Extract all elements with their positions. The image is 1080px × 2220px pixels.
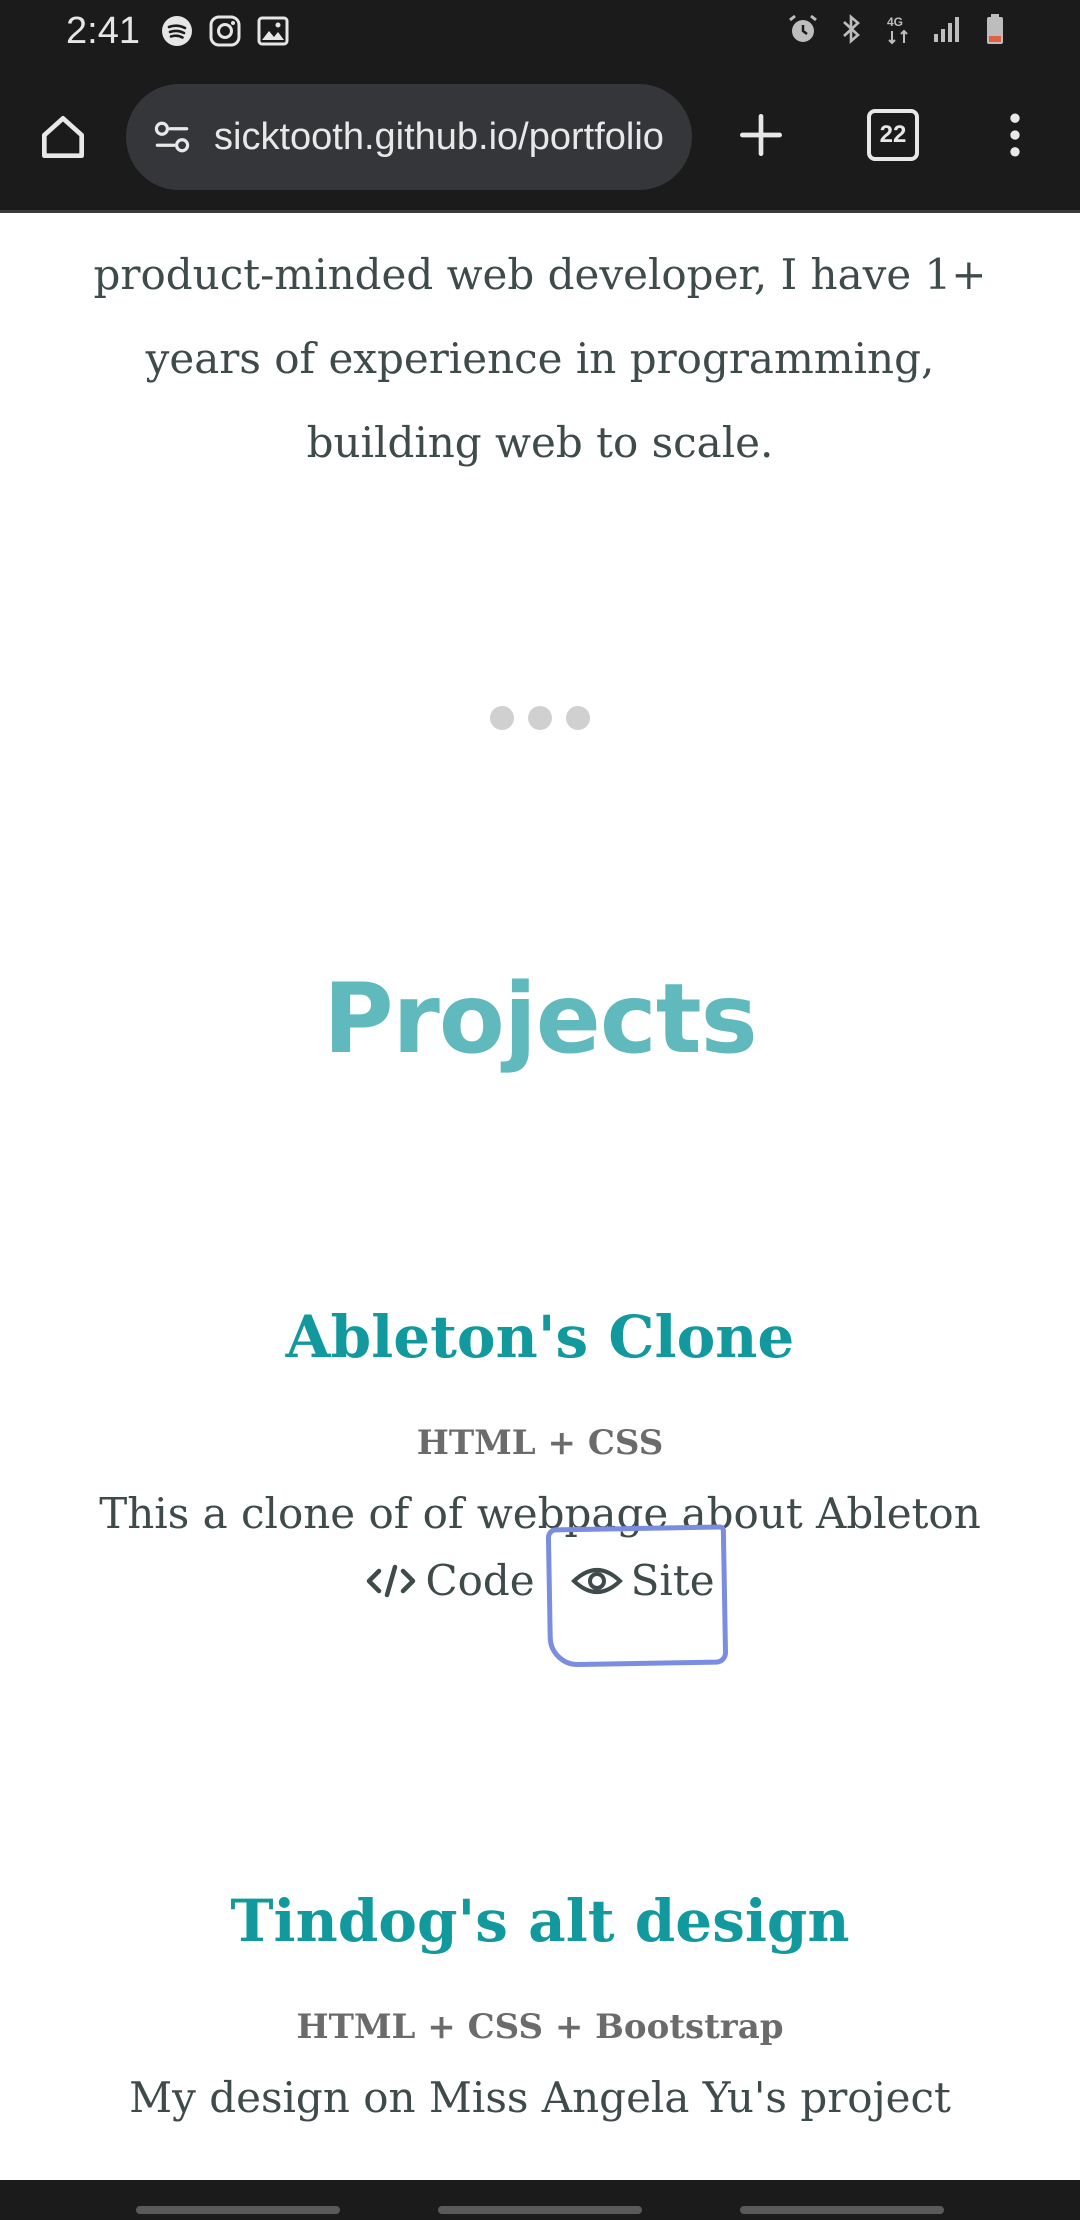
status-right-icons: 4G <box>786 12 1012 46</box>
status-bar: 2:41 4G <box>0 0 1080 64</box>
divider-dot <box>528 706 552 730</box>
eye-icon <box>570 1567 623 1594</box>
tab-count: 22 <box>867 109 919 161</box>
project-links: Code Site <box>0 1524 1080 1668</box>
project-description: This a clone of of webpage about Ableton <box>99 1489 981 1538</box>
site-link-label[interactable]: Site <box>631 1556 715 1605</box>
project-card: Ableton's Clone HTML + CSS This a clone … <box>0 1303 1080 1668</box>
nav-back-button[interactable] <box>740 2206 944 2214</box>
home-button[interactable] <box>28 102 98 172</box>
instagram-icon <box>208 14 242 48</box>
alarm-icon <box>786 12 820 46</box>
project-card: Tindog's alt design HTML + CSS + Bootstr… <box>0 1887 1080 2122</box>
battery-icon <box>978 12 1012 46</box>
url-text[interactable]: sicktooth.github.io/portfolio <box>214 116 664 159</box>
plus-icon <box>740 114 782 156</box>
nav-home-button[interactable] <box>438 2206 642 2214</box>
divider-dot <box>566 706 590 730</box>
address-bar[interactable]: sicktooth.github.io/portfolio <box>126 84 692 190</box>
divider-dot <box>490 706 514 730</box>
intro-text: product-minded web developer, I have 1+ … <box>93 250 987 467</box>
status-time: 2:41 <box>66 10 140 52</box>
project-title: Tindog's alt design <box>230 1887 850 1955</box>
network-label: 4G <box>887 15 903 29</box>
project-title: Ableton's Clone <box>285 1303 795 1371</box>
system-nav-bar <box>0 2180 1080 2220</box>
bluetooth-icon <box>834 12 868 46</box>
site-settings-icon[interactable] <box>148 113 196 161</box>
project-description: My design on Miss Angela Yu's project <box>129 2073 951 2122</box>
signal-icon <box>930 12 964 46</box>
gallery-icon <box>256 14 290 48</box>
projects-heading: Projects <box>323 963 758 1075</box>
code-link[interactable]: Code <box>365 1556 535 1605</box>
status-left-icons <box>160 14 290 48</box>
more-menu-button[interactable] <box>980 100 1050 170</box>
section-divider-dots <box>490 706 590 730</box>
browser-toolbar: sicktooth.github.io/portfolio 22 <box>0 64 1080 213</box>
more-vertical-icon <box>1010 113 1020 157</box>
tab-switcher-button[interactable]: 22 <box>858 100 928 170</box>
nav-recents-button[interactable] <box>136 2206 340 2214</box>
new-tab-button[interactable] <box>726 100 796 170</box>
network-4g-icon: 4G <box>882 12 916 46</box>
project-tech: HTML + CSS <box>416 1423 664 1463</box>
project-tech: HTML + CSS + Bootstrap <box>296 2007 784 2047</box>
code-icon <box>367 1564 416 1597</box>
spotify-icon <box>160 14 194 48</box>
code-link-label[interactable]: Code <box>425 1556 534 1605</box>
home-icon <box>42 116 84 158</box>
site-link[interactable]: Site <box>545 1524 728 1668</box>
